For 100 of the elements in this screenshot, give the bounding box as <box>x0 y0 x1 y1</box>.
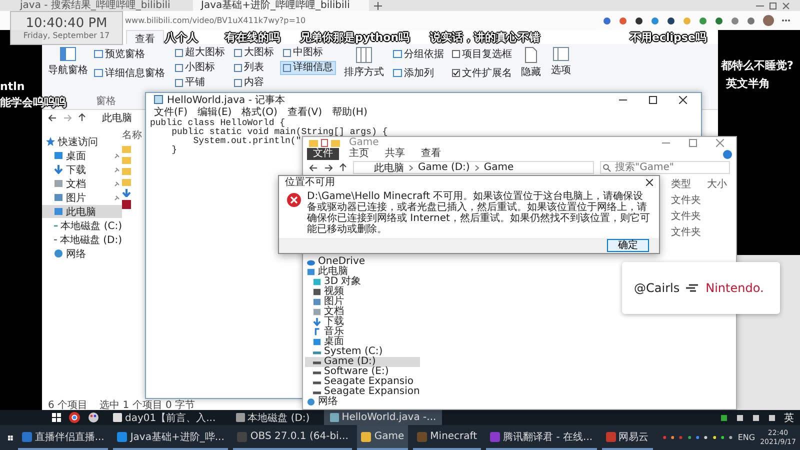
sidebar-item[interactable]: 视频 <box>305 287 420 297</box>
sidebar-item[interactable]: 本地磁盘 (D:) <box>42 233 122 246</box>
layout-option[interactable]: 大图标 <box>231 46 277 60</box>
sidebar-item[interactable]: OneDrive <box>305 257 420 267</box>
windows-logo-icon[interactable] <box>8 432 13 442</box>
layout-option[interactable]: 列表 <box>231 61 277 75</box>
layout-option[interactable]: 中图标 <box>280 46 336 60</box>
sidebar-item[interactable]: 本地磁盘 (C:) <box>42 219 122 232</box>
layout-option[interactable]: 超大图标 <box>172 46 228 60</box>
sort-button[interactable]: 排序方式 <box>342 46 386 80</box>
sidebar-item[interactable]: 下载 <box>42 163 122 176</box>
monitor-icon <box>54 207 63 216</box>
up-arrow-icon[interactable] <box>78 113 86 122</box>
sidebar-item[interactable]: 网络 <box>305 397 420 407</box>
view-action-button[interactable]: 添加列 <box>392 65 445 81</box>
pane-button[interactable]: 预览窗格 <box>93 46 166 62</box>
ribbon-tab[interactable]: 查看 <box>126 30 164 44</box>
hide-button[interactable]: 隐藏 <box>519 46 543 80</box>
breadcrumb[interactable]: 此电脑 <box>102 110 132 124</box>
sidebar-item[interactable]: 图片 <box>305 297 420 307</box>
forward-arrow-icon[interactable] <box>324 164 333 172</box>
layout-option[interactable]: 小图标 <box>172 61 228 75</box>
menu-item[interactable]: 编辑(E) <box>198 105 232 119</box>
application-icon <box>122 200 131 209</box>
ime-indicator[interactable]: 英 <box>784 410 794 424</box>
address-bar[interactable]: 此电脑 Game (D:) Game <box>353 161 594 174</box>
sidebar-item[interactable]: 音乐 <box>305 327 420 337</box>
picture-icon <box>313 298 321 306</box>
palette-icon[interactable] <box>88 412 99 423</box>
layout-option[interactable]: 内容 <box>231 76 277 90</box>
search-field[interactable]: 搜索"Game" <box>600 161 730 174</box>
more-icon[interactable] <box>782 19 790 22</box>
language-indicator[interactable]: ENG <box>738 433 756 442</box>
back-arrow-icon[interactable] <box>309 164 318 172</box>
sidebar-item[interactable]: 此电脑 <box>42 205 122 218</box>
menu-item[interactable]: 文件(F) <box>154 105 188 119</box>
layout-option[interactable]: 平铺 <box>172 76 228 90</box>
taskbar-button[interactable]: 直播伴侣直播... <box>18 425 108 450</box>
sidebar-item[interactable]: Seagate Expansion <box>305 387 420 397</box>
sidebar-item[interactable]: Software (E:) <box>305 367 420 377</box>
sidebar-item[interactable]: 3D 对象 <box>305 277 420 287</box>
option-checkbox[interactable]: 文件扩展名 <box>451 65 513 81</box>
browser-icon[interactable] <box>69 412 80 423</box>
taskbar-button[interactable]: OBS 27.0.1 (64-bi... <box>233 425 352 450</box>
view-action-button[interactable]: 分组依据 <box>392 46 445 62</box>
avatar-icon[interactable] <box>763 15 774 26</box>
back-arrow-icon[interactable] <box>48 114 57 122</box>
sidebar-item[interactable]: 快速访问 <box>42 135 122 148</box>
pane-button[interactable]: 详细信息窗格 <box>93 65 166 81</box>
menu-item[interactable]: 查看(V) <box>287 105 322 119</box>
menu-item[interactable]: 帮助(H) <box>332 105 368 119</box>
taskbar-button[interactable]: HelloWorld.java -... <box>324 410 442 425</box>
sidebar-item[interactable]: 桌面 <box>305 337 420 347</box>
sidebar-item[interactable]: 此电脑 <box>305 267 420 277</box>
table-cell-text: 文件夹 <box>671 210 701 223</box>
path-segment[interactable]: Game <box>484 162 514 173</box>
sidebar-item[interactable]: 桌面 <box>42 149 122 162</box>
maximize-icon[interactable] <box>649 96 657 104</box>
taskbar-button[interactable]: Minecraft <box>413 425 482 450</box>
sidebar-item[interactable]: Seagate Expansio <box>305 377 420 387</box>
option-checkbox[interactable]: 项目复选框 <box>451 46 513 62</box>
sidebar-item[interactable]: 图片 <box>42 191 122 204</box>
address-field[interactable]: www.bilibili.com/video/BV1uX411k7wy?p=10 <box>125 16 306 25</box>
sidebar-item[interactable]: Game (D:) <box>305 357 420 367</box>
taskbar-button[interactable]: Game <box>357 425 408 450</box>
handle-text: @Cairls <box>634 281 680 295</box>
new-tab-icon[interactable] <box>374 2 382 10</box>
ribbon-tab[interactable]: 查看 <box>415 148 447 160</box>
browser-tab[interactable]: java - 搜索结果_哔哩哔哩_bilibili <box>12 0 188 11</box>
column-header[interactable]: 类型 <box>671 177 691 191</box>
close-icon[interactable] <box>679 96 687 104</box>
app-icon <box>117 432 128 442</box>
code-line: public static void main(String[] args) { <box>170 128 388 137</box>
up-arrow-icon[interactable] <box>339 163 347 172</box>
path-segment[interactable]: Game (D:) <box>418 162 470 173</box>
taskbar-button[interactable]: day01【前言、入... <box>107 410 222 425</box>
taskbar-button[interactable]: 网易云 <box>602 425 653 450</box>
sidebar-item[interactable]: System (C:) <box>305 347 420 357</box>
ribbon-tab[interactable]: 共享 <box>379 148 411 160</box>
sidebar-item[interactable]: 下载 <box>305 317 420 327</box>
close-icon[interactable] <box>646 178 653 186</box>
column-header[interactable]: 大小 <box>707 177 727 191</box>
layout-option[interactable]: 详细信息 <box>280 61 336 75</box>
sidebar-item[interactable]: 文档 <box>42 177 122 190</box>
sidebar-item[interactable]: 文档 <box>305 307 420 317</box>
taskbar-button[interactable]: 本地磁盘 (D:) <box>230 410 316 425</box>
column-header[interactable]: 名称 <box>122 128 142 142</box>
menu-item[interactable]: 格式(O) <box>242 105 278 119</box>
ribbon-tab[interactable]: 主页 <box>343 148 375 160</box>
taskbar-button[interactable]: Java基础+进阶_哔... <box>113 425 228 450</box>
taskbar-button[interactable]: 腾讯翻译君 - 在线... <box>486 425 597 450</box>
sidebar-item[interactable]: 网络 <box>42 247 122 260</box>
options-button[interactable]: 选项 <box>549 46 573 78</box>
path-segment[interactable]: 此电脑 <box>374 160 404 174</box>
ok-button[interactable]: 确定 <box>607 239 649 252</box>
ribbon-tab[interactable]: 文件 <box>307 148 339 160</box>
windows-logo-icon[interactable] <box>52 413 61 422</box>
help-icon[interactable] <box>723 150 732 158</box>
browser-tab[interactable]: Java基础+进阶_哔哩哔哩_bilibili <box>193 0 369 11</box>
navigation-pane-button[interactable]: 导航窗格 <box>46 46 90 81</box>
